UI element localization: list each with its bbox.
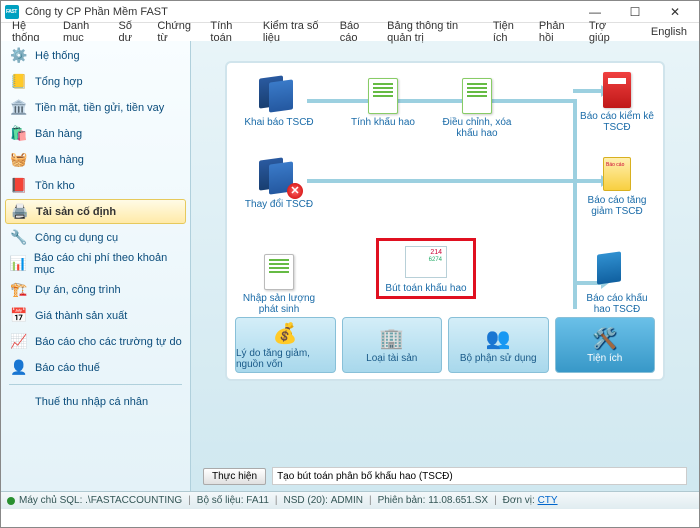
statusbar: Máy chủ SQL: .\FASTACCOUNTING | Bộ số li… <box>1 491 699 509</box>
status-pb: 11.08.651.SX <box>428 495 488 506</box>
status-server: .\FASTACCOUNTING <box>85 495 182 506</box>
minimize-button[interactable]: — <box>575 2 615 22</box>
workflow-panel: Khai báo TSCĐ Tính khấu hao Điều chỉnh, … <box>225 61 665 381</box>
sidebar-item-tscd[interactable]: 🖨️Tài sản cố định <box>5 199 186 224</box>
flow-khaibao-tscd[interactable]: Khai báo TSCĐ <box>239 77 319 128</box>
flow-buttoan-khauhao[interactable]: Bút toán khấu hao <box>377 239 475 298</box>
sidebar-divider <box>9 384 182 385</box>
people-icon: 👥 <box>486 326 511 351</box>
doc-pen-icon <box>256 253 302 291</box>
status-pb-label: Phiên bản: <box>378 495 426 506</box>
status-server-label: Máy chủ SQL: <box>19 495 82 506</box>
buildings-icon: 🏢 <box>379 326 404 351</box>
calendar-icon: 📅 <box>9 306 29 326</box>
basket-icon: 🧺 <box>9 150 29 170</box>
construction-icon: 🏗️ <box>9 280 29 300</box>
status-bosolieu-label: Bộ số liệu: <box>197 495 244 506</box>
status-nsd: ADMIN <box>331 495 363 506</box>
sidebar: ⚙️Hệ thống 📒Tổng hợp 🏛️Tiền mặt, tiền gử… <box>1 41 191 491</box>
tools-icon: 🛠️ <box>592 326 617 351</box>
flow-thaydoi-tscd[interactable]: ✕ Thay đổi TSCĐ <box>239 159 319 210</box>
flow-dieuchinh[interactable]: Điều chỉnh, xóa khấu hao <box>437 77 517 139</box>
binder-icon <box>256 77 302 115</box>
status-bosolieu: FA11 <box>246 495 269 506</box>
btn-lydo-tanggiam[interactable]: 💰Lý do tăng giảm, nguồn vốn <box>235 317 336 373</box>
app-icon <box>5 5 19 19</box>
sidebar-item-tncn[interactable]: Thuế thu nhập cá nhân <box>5 389 186 414</box>
flow-bc-tanggiam[interactable]: Báo cáo tăng giảm TSCĐ <box>577 155 657 217</box>
yellow-report-icon <box>594 155 640 193</box>
sidebar-item-ccdc[interactable]: 🔧Công cụ dụng cụ <box>5 225 186 250</box>
asset-icon: 🖨️ <box>10 202 30 222</box>
status-dv-link[interactable]: CTY <box>538 495 558 506</box>
sidebar-item-muahang[interactable]: 🧺Mua hàng <box>5 147 186 172</box>
btn-loai-taisan[interactable]: 🏢Loại tài sản <box>342 317 443 373</box>
report-icon: 📈 <box>9 332 29 352</box>
sales-icon: 🛍️ <box>9 124 29 144</box>
sidebar-item-tonkho[interactable]: 📕Tồn kho <box>5 173 186 198</box>
flow-bc-khauhao[interactable]: Báo cáo khấu hao TSCĐ <box>577 253 657 315</box>
sidebar-item-bctudo[interactable]: 📈Báo cáo cho các trường tự do <box>5 329 186 354</box>
gear-icon: ⚙️ <box>9 46 29 66</box>
connector <box>307 179 577 183</box>
sidebar-item-tonghop[interactable]: 📒Tổng hợp <box>5 69 186 94</box>
execute-button[interactable]: Thực hiện <box>203 468 266 485</box>
sidebar-item-hethong[interactable]: ⚙️Hệ thống <box>5 43 186 68</box>
close-button[interactable]: ✕ <box>655 2 695 22</box>
flow-nhapsanluong[interactable]: Nhập sản lượng phát sinh <box>239 253 319 315</box>
btn-bophan-sudung[interactable]: 👥Bộ phận sử dụng <box>448 317 549 373</box>
doc-icon <box>360 77 406 115</box>
bank-icon: 🏛️ <box>9 98 29 118</box>
menu-language[interactable]: English <box>644 26 695 38</box>
wrench-icon: 🔧 <box>9 228 29 248</box>
maximize-button[interactable]: ☐ <box>615 2 655 22</box>
menubar: Hệ thống Danh mục Số dư Chứng từ Tính to… <box>1 23 699 41</box>
flow-tinh-khauhao[interactable]: Tính khấu hao <box>343 77 423 128</box>
coins-icon: 💰 <box>273 321 298 346</box>
blue-binder-icon <box>594 253 640 291</box>
flow-bc-kiemke[interactable]: Báo cáo kiểm kê TSCĐ <box>577 71 657 133</box>
command-input[interactable] <box>272 467 687 485</box>
main-panel: Khai báo TSCĐ Tính khấu hao Điều chỉnh, … <box>191 41 699 491</box>
window-title: Công ty CP Phần Mềm FAST <box>25 6 575 18</box>
note-icon <box>403 243 449 281</box>
btn-tienich[interactable]: 🛠️Tiện ích <box>555 317 656 373</box>
sidebar-item-bccp[interactable]: 📊Báo cáo chi phí theo khoản mục <box>5 251 186 276</box>
sidebar-item-banhang[interactable]: 🛍️Bán hàng <box>5 121 186 146</box>
status-dv-label: Đơn vị: <box>503 495 535 506</box>
sidebar-item-duan[interactable]: 🏗️Dự án, công trình <box>5 277 186 302</box>
sidebar-item-giathanh[interactable]: 📅Giá thành sản xuất <box>5 303 186 328</box>
sidebar-item-bcthue[interactable]: 👤Báo cáo thuế <box>5 355 186 380</box>
binder-x-icon: ✕ <box>256 159 302 197</box>
sidebar-item-tienmat[interactable]: 🏛️Tiền mặt, tiền gửi, tiền vay <box>5 95 186 120</box>
status-nsd-label: NSD (20): <box>284 495 328 506</box>
book-icon: 📕 <box>9 176 29 196</box>
red-report-icon <box>594 71 640 109</box>
person-icon: 👤 <box>9 358 29 378</box>
ledger-icon: 📒 <box>9 72 29 92</box>
chart-icon: 📊 <box>9 254 28 274</box>
status-dot-icon <box>7 497 15 505</box>
doc-icon <box>454 77 500 115</box>
